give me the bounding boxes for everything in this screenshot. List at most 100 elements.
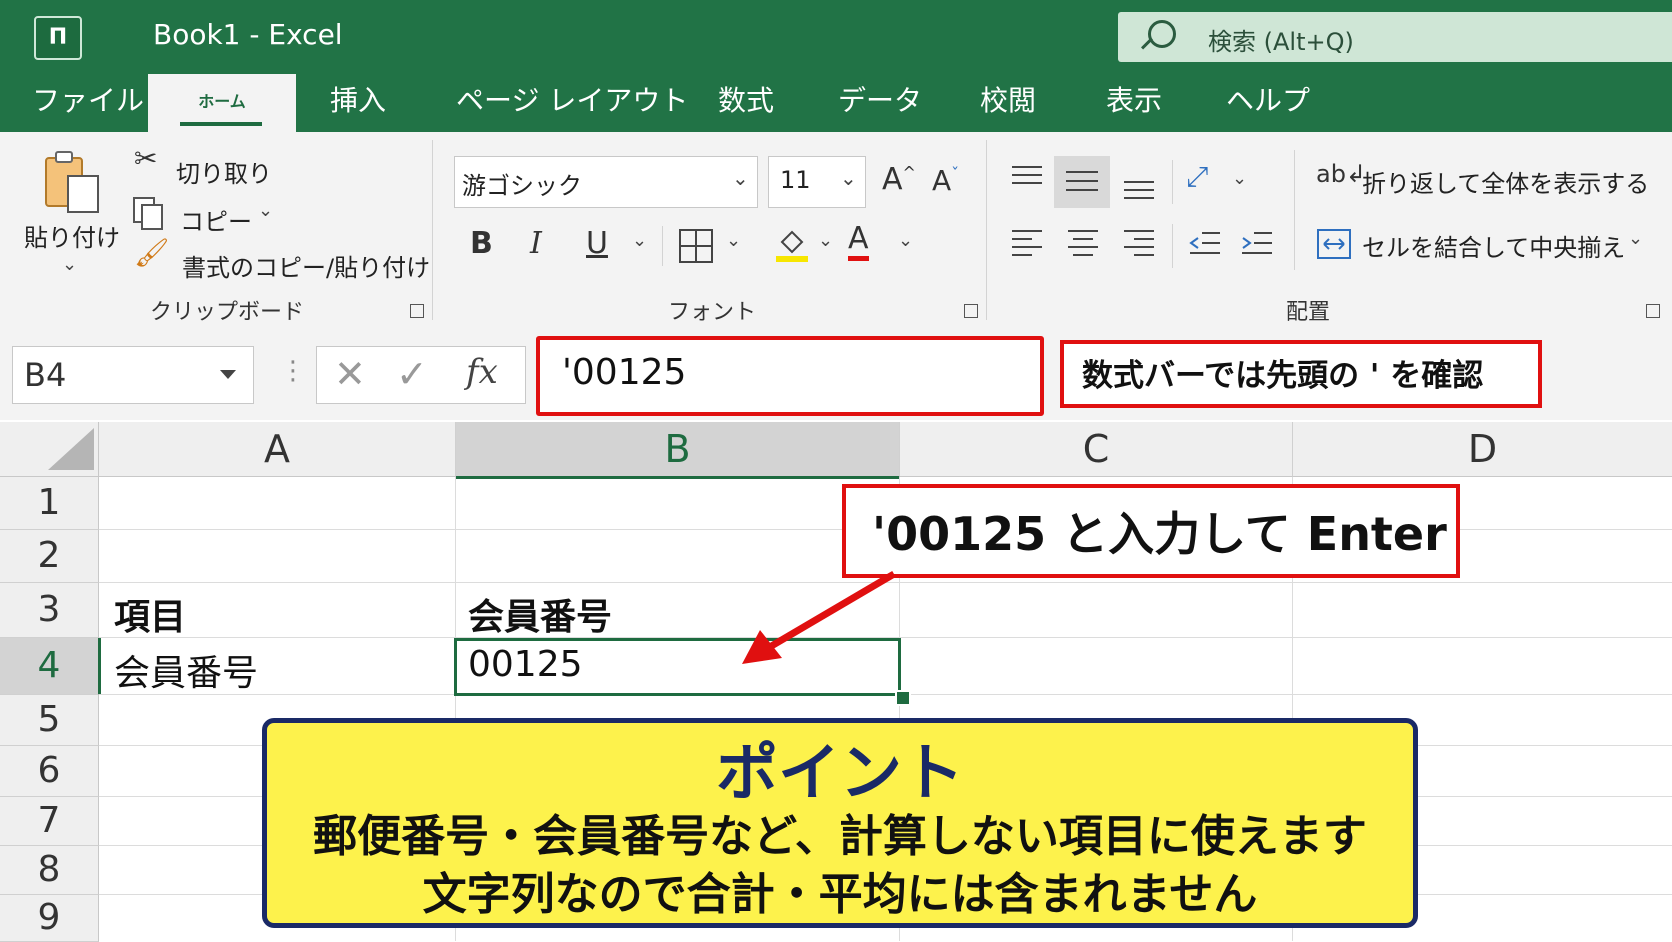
merge-dropdown-icon[interactable]: ⌄ (1628, 228, 1643, 249)
borders-dropdown-icon[interactable]: ⌄ (726, 230, 741, 251)
excel-logo-icon: Π (34, 16, 82, 60)
copy-dropdown-icon[interactable]: ⌄ (258, 200, 273, 221)
paste-icon (45, 151, 99, 213)
tab-file[interactable]: ファイル (32, 70, 144, 132)
formula-note-text: 数式バーでは先頭の ' を確認 (1082, 358, 1484, 394)
ribbon-separator (986, 140, 987, 320)
select-all-corner[interactable] (0, 422, 99, 477)
cut-button[interactable]: 切り取り (176, 154, 272, 189)
merge-center-icon (1316, 228, 1352, 264)
align-middle-icon (1066, 171, 1098, 191)
tab-formulas[interactable]: 数式 (718, 70, 774, 132)
borders-icon[interactable] (678, 228, 714, 268)
row-header-4[interactable]: 4 (0, 638, 101, 695)
row-header-1[interactable]: 1 (0, 477, 99, 530)
row-header-5[interactable]: 5 (0, 695, 99, 746)
align-right-icon[interactable] (1122, 228, 1156, 262)
copy-button[interactable]: コピー (180, 202, 252, 237)
grow-font-button[interactable]: A^ (882, 162, 916, 197)
row-header-2[interactable]: 2 (0, 530, 99, 583)
align-bottom-icon[interactable] (1122, 176, 1156, 206)
align-left-icon[interactable] (1010, 228, 1044, 262)
cell-b3[interactable]: 会員番号 (468, 588, 612, 640)
copy-icon (132, 196, 163, 230)
tab-page-layout[interactable]: ページ レイアウト (456, 70, 688, 132)
tab-data[interactable]: データ (838, 70, 922, 132)
align-separator (1172, 160, 1173, 204)
font-name-dropdown-icon[interactable]: ⌄ (732, 166, 749, 190)
window-title: Book1 - Excel (153, 18, 343, 51)
wrap-text-icon: ab↲ (1316, 160, 1367, 188)
input-note-text: '00125 と入力して Enter (872, 507, 1447, 561)
format-painter-icon: 🖌 (134, 236, 170, 269)
align-separator (1294, 150, 1295, 270)
tab-view[interactable]: 表示 (1106, 70, 1162, 132)
format-painter-button[interactable]: 書式のコピー/貼り付け (182, 248, 430, 283)
ribbon-separator (432, 140, 433, 320)
row-header-7[interactable]: 7 (0, 797, 99, 846)
select-all-icon (48, 428, 94, 470)
tab-insert[interactable]: 挿入 (330, 70, 386, 132)
increase-indent-icon[interactable] (1240, 228, 1274, 262)
font-name-value: 游ゴシック (462, 172, 582, 200)
font-size-dropdown-icon[interactable]: ⌄ (840, 166, 857, 190)
search-icon (1148, 20, 1176, 48)
point-line-1: 郵便番号・会員番号など、計算しない項目に使えます (313, 811, 1367, 862)
arrow-icon (742, 570, 896, 664)
wrap-text-button[interactable]: 折り返して全体を表示する (1362, 164, 1649, 199)
paste-label: 貼り付け (24, 224, 120, 252)
search-input[interactable] (1118, 12, 1672, 62)
font-size-value: 11 (780, 166, 811, 194)
point-title: ポイント (715, 736, 964, 809)
align-center-icon[interactable] (1066, 228, 1100, 262)
paste-dropdown-icon[interactable]: ⌄ (62, 254, 77, 275)
underline-button[interactable]: U (586, 226, 608, 261)
enter-icon[interactable]: ✓ (396, 352, 428, 396)
align-separator (1172, 224, 1173, 268)
cell-a3[interactable]: 項目 (114, 588, 186, 640)
column-header-a[interactable]: A (99, 422, 456, 477)
column-header-c[interactable]: C (900, 422, 1293, 477)
row-header-3[interactable]: 3 (0, 583, 99, 638)
more-options-icon[interactable]: ⋮ (280, 356, 306, 386)
font-color-dropdown-icon[interactable]: ⌄ (898, 230, 913, 251)
scissors-icon: ✂ (134, 142, 158, 175)
align-top-icon[interactable] (1010, 164, 1044, 194)
tab-help[interactable]: ヘルプ (1226, 70, 1310, 132)
font-separator (662, 226, 663, 266)
column-header-b[interactable]: B (456, 422, 900, 479)
insert-function-button[interactable]: fx (466, 352, 498, 392)
tab-review[interactable]: 校閲 (980, 70, 1036, 132)
orientation-dropdown-icon[interactable]: ⌄ (1232, 168, 1247, 189)
formula-value: '00125 (562, 352, 687, 393)
bold-button[interactable]: B (470, 226, 493, 261)
row-header-8[interactable]: 8 (0, 846, 99, 895)
row-header-9[interactable]: 9 (0, 895, 99, 942)
alignment-launcher-icon[interactable] (1646, 304, 1660, 318)
orientation-icon[interactable]: ⤢ (1186, 160, 1208, 194)
decrease-indent-icon[interactable] (1188, 228, 1222, 262)
fill-handle[interactable] (895, 690, 911, 706)
row-header-6[interactable]: 6 (0, 746, 99, 797)
alignment-group-label: 配置 (1286, 300, 1331, 325)
cancel-icon[interactable]: ✕ (334, 352, 366, 396)
column-header-d[interactable]: D (1293, 422, 1672, 477)
underline-dropdown-icon[interactable]: ⌄ (632, 230, 647, 251)
clipboard-launcher-icon[interactable] (410, 304, 424, 318)
tab-home-underline (180, 122, 262, 126)
font-launcher-icon[interactable] (964, 304, 978, 318)
fill-color-dropdown-icon[interactable]: ⌄ (818, 230, 833, 251)
point-line-2: 文字列なので合計・平均には含まれません (422, 869, 1258, 920)
clipboard-group-label: クリップボード (150, 300, 305, 325)
shrink-font-button[interactable]: Aˇ (932, 164, 959, 197)
cell-a4[interactable]: 会員番号 (114, 644, 258, 696)
fill-color-icon[interactable] (774, 224, 810, 268)
merge-center-button[interactable]: セルを結合して中央揃え (1362, 228, 1625, 263)
font-color-button[interactable]: A (848, 222, 869, 261)
paste-button[interactable] (42, 150, 102, 214)
name-box-value: B4 (24, 356, 67, 394)
italic-button[interactable]: I (530, 226, 542, 261)
search-placeholder: 検索 (Alt+Q) (1208, 28, 1354, 56)
name-box-dropdown-icon[interactable] (220, 370, 236, 379)
align-middle-button[interactable] (1054, 156, 1110, 208)
